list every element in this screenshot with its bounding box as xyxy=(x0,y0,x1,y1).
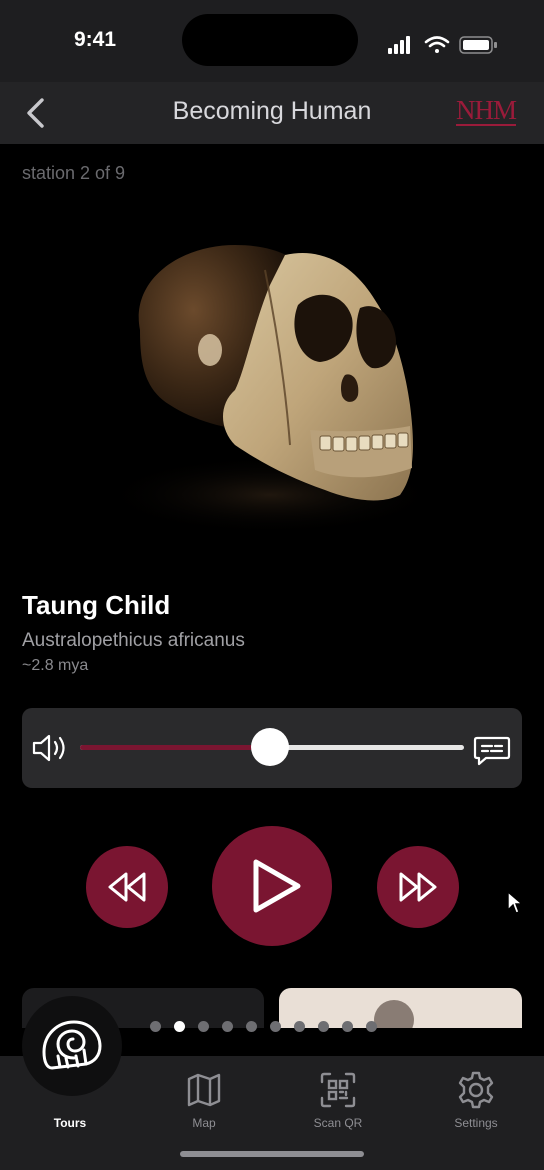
nav-bar: Becoming Human NHM xyxy=(0,82,544,144)
item-age: ~2.8 mya xyxy=(22,657,89,674)
tab-map-label: Map xyxy=(192,1116,216,1130)
home-indicator xyxy=(180,1151,364,1157)
status-icons xyxy=(388,36,497,54)
card-thumbnail xyxy=(374,1000,414,1028)
wifi-icon xyxy=(424,36,450,53)
item-title: Taung Child xyxy=(22,590,171,620)
skull-image xyxy=(100,245,440,535)
page-dot[interactable] xyxy=(270,1021,281,1032)
page-dot[interactable] xyxy=(342,1021,353,1032)
station-counter: station 2 of 9 xyxy=(22,163,126,183)
page-indicator xyxy=(150,1021,377,1035)
gear-icon xyxy=(458,1071,494,1109)
tab-settings-label: Settings xyxy=(454,1116,498,1130)
map-icon xyxy=(187,1073,221,1107)
tab-tours-label: Tours xyxy=(53,1116,87,1130)
rewind-button[interactable] xyxy=(86,846,168,928)
page-dot[interactable] xyxy=(246,1021,257,1032)
nautilus-icon xyxy=(42,1020,102,1070)
tab-scan-qr[interactable]: Scan QR xyxy=(283,1064,393,1134)
nhm-logo: NHM xyxy=(456,95,517,126)
fast-forward-button[interactable] xyxy=(377,846,459,928)
mouse-cursor-icon xyxy=(507,890,524,914)
tab-scan-qr-label: Scan QR xyxy=(313,1116,363,1130)
page-dot[interactable] xyxy=(294,1021,305,1032)
page-dot[interactable] xyxy=(366,1021,377,1032)
play-button[interactable] xyxy=(212,826,332,946)
dynamic-island xyxy=(182,14,358,66)
page-dot[interactable] xyxy=(222,1021,233,1032)
status-bar: 9:41 xyxy=(0,0,544,82)
fast-forward-icon xyxy=(399,872,437,902)
status-time: 9:41 xyxy=(74,28,117,51)
captions-icon[interactable] xyxy=(472,730,512,770)
page-dot[interactable] xyxy=(318,1021,329,1032)
tab-settings[interactable]: Settings xyxy=(421,1064,531,1134)
play-icon xyxy=(253,859,301,913)
battery-icon xyxy=(459,36,497,54)
audio-progress-fill xyxy=(80,745,271,750)
page-dot[interactable] xyxy=(198,1021,209,1032)
rewind-icon xyxy=(108,872,146,902)
qr-scan-icon xyxy=(320,1072,356,1108)
page-dot[interactable] xyxy=(174,1021,185,1032)
item-species: Australopethicus africanus xyxy=(22,630,245,651)
page-dot[interactable] xyxy=(150,1021,161,1032)
tours-active-circle[interactable] xyxy=(22,996,122,1096)
tab-map[interactable]: Map xyxy=(149,1064,259,1134)
audio-slider-thumb[interactable] xyxy=(251,728,290,766)
audio-panel xyxy=(22,708,522,788)
signal-icon xyxy=(388,36,410,54)
speaker-icon[interactable] xyxy=(30,730,72,766)
